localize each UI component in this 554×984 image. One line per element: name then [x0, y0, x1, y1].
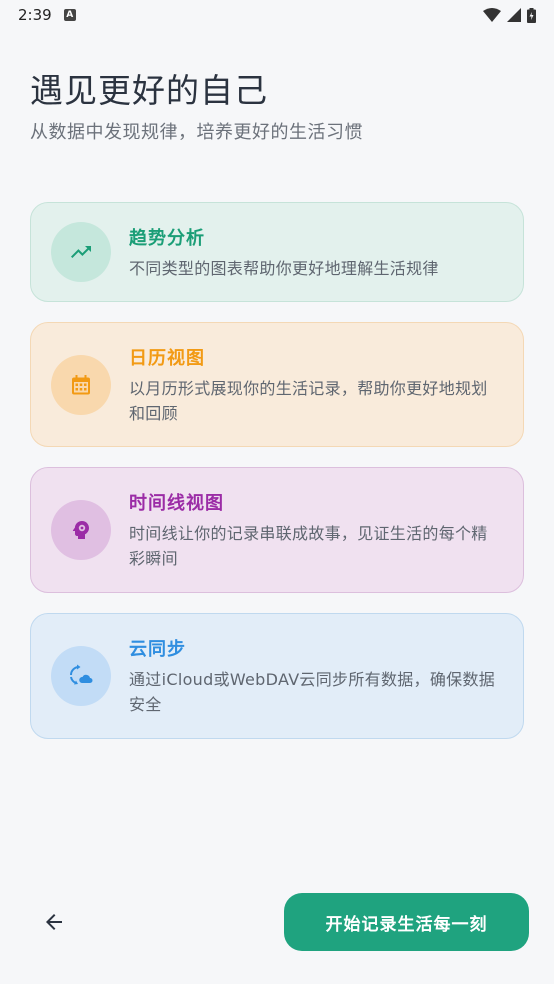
feature-description: 以月历形式展现你的生活记录，帮助你更好地规划和回顾	[129, 378, 488, 423]
back-button[interactable]	[34, 902, 74, 942]
feature-description: 时间线让你的记录串联成故事，见证生活的每个精彩瞬间	[129, 524, 488, 568]
wifi-icon	[483, 8, 501, 22]
signal-icon	[507, 8, 521, 22]
feature-title: 日历视图	[129, 347, 205, 369]
feature-card-trend: 趋势分析 不同类型的图表帮助你更好地理解生活规律	[30, 202, 524, 302]
status-left: 2:39 A	[18, 6, 76, 24]
feature-title: 云同步	[129, 639, 186, 660]
calendar-text: 日历视图 以月历形式展现你的生活记录，帮助你更好地规划和回顾	[129, 344, 503, 426]
timeline-icon-circle	[51, 500, 111, 560]
calendar-icon-circle	[51, 354, 111, 415]
cloud-sync-icon	[70, 664, 93, 685]
timeline-text: 时间线视图 时间线让你的记录串联成故事，见证生活的每个精彩瞬间	[129, 489, 503, 571]
feature-title: 时间线视图	[129, 493, 224, 514]
calendar-icon	[72, 374, 90, 394]
battery-icon	[527, 7, 536, 23]
feature-card-sync: 云同步 通过iCloud或WebDAV云同步所有数据，确保数据安全	[30, 613, 524, 739]
feature-description: 不同类型的图表帮助你更好地理解生活规律	[129, 258, 439, 278]
status-bar: 2:39 A	[0, 0, 554, 30]
sync-text: 云同步 通过iCloud或WebDAV云同步所有数据，确保数据安全	[129, 635, 503, 717]
notification-icon: A	[63, 9, 76, 21]
trending-up-icon	[71, 246, 91, 258]
feature-card-timeline: 时间线视图 时间线让你的记录串联成故事，见证生活的每个精彩瞬间	[30, 467, 524, 593]
psychology-icon	[72, 521, 89, 539]
start-recording-button[interactable]: 开始记录生活每一刻	[284, 893, 529, 951]
feature-card-calendar: 日历视图 以月历形式展现你的生活记录，帮助你更好地规划和回顾	[30, 322, 524, 447]
page-title: 遇见更好的自己	[30, 71, 268, 110]
arrow-left-icon	[46, 914, 62, 930]
sync-icon-circle	[51, 646, 111, 706]
status-icons	[483, 7, 536, 23]
trend-text: 趋势分析 不同类型的图表帮助你更好地理解生活规律	[129, 224, 503, 281]
page-subtitle: 从数据中发现规律，培养更好的生活习惯	[30, 122, 363, 143]
trend-icon-circle	[51, 222, 111, 282]
feature-description: 通过iCloud或WebDAV云同步所有数据，确保数据安全	[129, 670, 496, 714]
status-time: 2:39	[18, 6, 52, 24]
feature-title: 趋势分析	[129, 227, 205, 249]
